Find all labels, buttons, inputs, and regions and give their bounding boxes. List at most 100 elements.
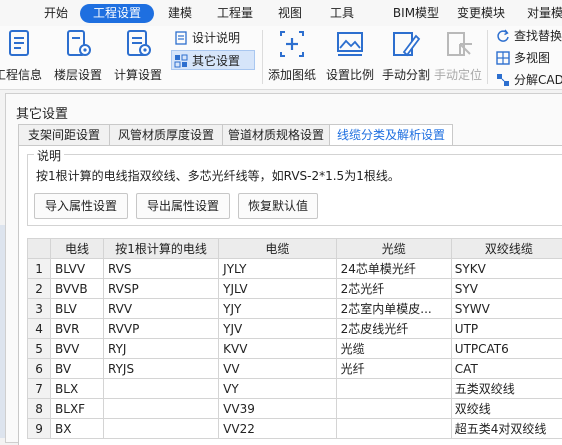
export-settings-button[interactable]: 导出属性设置 xyxy=(136,193,230,219)
menu-change-module[interactable]: 变更模块 xyxy=(448,4,514,23)
single-count-wire-cell[interactable]: RVSP xyxy=(104,279,219,299)
menu-start[interactable]: 开始 xyxy=(36,4,76,23)
project-info-icon xyxy=(2,28,34,60)
row-number-cell: 6 xyxy=(28,359,51,379)
menu-tools[interactable]: 工具 xyxy=(322,4,362,23)
twisted-pair-cell[interactable]: 双绞线 xyxy=(451,399,562,419)
twisted-pair-cell[interactable]: 五类双绞线 xyxy=(451,379,562,399)
twisted-pair-cell[interactable]: SYWV xyxy=(451,299,562,319)
project-info-button[interactable]: 工程信息 xyxy=(0,28,48,84)
menu-modeling[interactable]: 建模 xyxy=(160,4,200,23)
ribbon-separator xyxy=(487,30,488,84)
calc-settings-label: 计算设置 xyxy=(108,66,168,83)
table-row[interactable]: 8BLXFVV39双绞线 xyxy=(28,399,562,419)
wire-cell[interactable]: BLX xyxy=(51,379,104,399)
cable-cell[interactable]: YJV xyxy=(219,319,336,339)
menu-reconcile[interactable]: 对量模 xyxy=(520,4,562,23)
header-single-count-wire[interactable]: 按1根计算的电线 xyxy=(104,239,219,259)
other-settings-button[interactable]: 其它设置 xyxy=(171,50,255,70)
wire-cell[interactable]: BVR xyxy=(51,319,104,339)
optical-cable-cell[interactable] xyxy=(336,399,451,419)
header-twisted-pair[interactable]: 双绞线缆 xyxy=(451,239,562,259)
calc-settings-button[interactable]: 计算设置 xyxy=(108,28,168,84)
cable-cell[interactable]: YJLV xyxy=(219,279,336,299)
restore-defaults-button[interactable]: 恢复默认值 xyxy=(238,193,318,219)
single-count-wire-cell[interactable]: RYJ xyxy=(104,339,219,359)
notes-group-legend: 说明 xyxy=(34,147,64,164)
table-row[interactable]: 5BVVRYJKVV光缆UTPCAT6 xyxy=(28,339,562,359)
wire-cell[interactable]: BX xyxy=(51,419,104,439)
add-drawing-button[interactable]: 添加图纸 xyxy=(262,28,322,84)
table-row[interactable]: 7BLXVY五类双绞线 xyxy=(28,379,562,399)
optical-cable-cell[interactable]: 2芯皮线光纤 xyxy=(336,319,451,339)
table-row[interactable]: 9BXVV22超五类4对双绞线 xyxy=(28,419,562,439)
floor-settings-icon xyxy=(62,28,94,60)
wire-cell[interactable]: BLV xyxy=(51,299,104,319)
menu-bar: 开始 工程设置 建模 工程量 视图 工具 BIM模型 变更模块 对量模 xyxy=(0,0,562,26)
optical-cable-cell[interactable]: 2芯室内单模皮... xyxy=(336,299,451,319)
cable-cell[interactable]: VY xyxy=(219,379,336,399)
single-count-wire-cell[interactable]: RVV xyxy=(104,299,219,319)
table-row[interactable]: 1BLVVRVSJYLY24芯单模光纤SYKV xyxy=(28,259,562,279)
wire-cell[interactable]: BLVV xyxy=(51,259,104,279)
wire-cell[interactable]: BV xyxy=(51,359,104,379)
wire-cell[interactable]: BVV xyxy=(51,339,104,359)
table-row[interactable]: 4BVRRVVPYJV2芯皮线光纤UTP xyxy=(28,319,562,339)
menu-view[interactable]: 视图 xyxy=(270,4,310,23)
table-row[interactable]: 6BVRYJSVV光纤CAT xyxy=(28,359,562,379)
design-notes-button[interactable]: 设计说明 xyxy=(172,28,264,48)
tab-pipe-material-spec[interactable]: 管道材质规格设置 xyxy=(222,124,330,146)
find-replace-button[interactable]: 查找替换 xyxy=(494,26,562,46)
single-count-wire-cell[interactable] xyxy=(104,379,219,399)
twisted-pair-cell[interactable]: 超五类4对双绞线 xyxy=(451,419,562,439)
optical-cable-cell[interactable]: 光纤 xyxy=(336,359,451,379)
cable-cell[interactable]: VV39 xyxy=(219,399,336,419)
header-wire[interactable]: 电线 xyxy=(51,239,104,259)
single-count-wire-cell[interactable]: RVS xyxy=(104,259,219,279)
twisted-pair-cell[interactable]: SYKV xyxy=(451,259,562,279)
twisted-pair-cell[interactable]: UTPCAT6 xyxy=(451,339,562,359)
single-count-wire-cell[interactable] xyxy=(104,419,219,439)
menu-bim-model[interactable]: BIM模型 xyxy=(372,4,460,23)
table-row[interactable]: 3BLVRVVYJY2芯室内单模皮...SYWV xyxy=(28,299,562,319)
twisted-pair-cell[interactable]: UTP xyxy=(451,319,562,339)
tab-cable-classification[interactable]: 线缆分类及解析设置 xyxy=(329,124,453,147)
manual-split-button[interactable]: 手动分割 xyxy=(376,28,436,84)
header-optical-cable[interactable]: 光缆 xyxy=(336,239,451,259)
optical-cable-cell[interactable]: 2芯光纤 xyxy=(336,279,451,299)
menu-project-settings[interactable]: 工程设置 xyxy=(80,4,154,23)
set-scale-button[interactable]: 设置比例 xyxy=(320,28,380,84)
header-cable[interactable]: 电缆 xyxy=(219,239,336,259)
cable-cell[interactable]: KVV xyxy=(219,339,336,359)
cable-cell[interactable]: YJY xyxy=(219,299,336,319)
manual-locate-button[interactable]: 手动定位 xyxy=(428,28,488,84)
import-settings-button[interactable]: 导入属性设置 xyxy=(34,193,128,219)
single-count-wire-cell[interactable] xyxy=(104,399,219,419)
wire-cell[interactable]: BLXF xyxy=(51,399,104,419)
cable-cell[interactable]: VV xyxy=(219,359,336,379)
multi-view-button[interactable]: 多视图 xyxy=(494,48,562,68)
floor-settings-button[interactable]: 楼层设置 xyxy=(48,28,108,84)
optical-cable-cell[interactable]: 24芯单模光纤 xyxy=(336,259,451,279)
tab-support-spacing[interactable]: 支架间距设置 xyxy=(18,124,110,146)
cable-cell[interactable]: VV22 xyxy=(219,419,336,439)
cable-classification-panel: 说明 按1根计算的电线指双绞线、多芯光纤线等，如RVS-2*1.5为1根线。 导… xyxy=(18,145,562,445)
single-count-wire-cell[interactable]: RYJS xyxy=(104,359,219,379)
optical-cable-cell[interactable]: 光缆 xyxy=(336,339,451,359)
optical-cable-cell[interactable] xyxy=(336,419,451,439)
add-drawing-icon xyxy=(276,28,308,60)
single-count-wire-cell[interactable]: RVVP xyxy=(104,319,219,339)
twisted-pair-cell[interactable]: CAT xyxy=(451,359,562,379)
wire-cell[interactable]: BVVB xyxy=(51,279,104,299)
twisted-pair-cell[interactable]: SYV xyxy=(451,279,562,299)
row-number-cell: 5 xyxy=(28,339,51,359)
calc-settings-icon xyxy=(122,28,154,60)
menu-quantities[interactable]: 工程量 xyxy=(210,4,260,23)
find-replace-label: 查找替换 xyxy=(514,29,562,43)
tab-duct-material-thickness[interactable]: 风管材质厚度设置 xyxy=(109,124,223,146)
decompose-cad-button[interactable]: 分解CAD xyxy=(494,70,562,90)
table-row[interactable]: 2BVVBRVSPYJLV2芯光纤SYV xyxy=(28,279,562,299)
ribbon: 工程信息 楼层设置 计算设置 设计说明 xyxy=(0,26,562,90)
cable-cell[interactable]: JYLY xyxy=(219,259,336,279)
optical-cable-cell[interactable] xyxy=(336,379,451,399)
